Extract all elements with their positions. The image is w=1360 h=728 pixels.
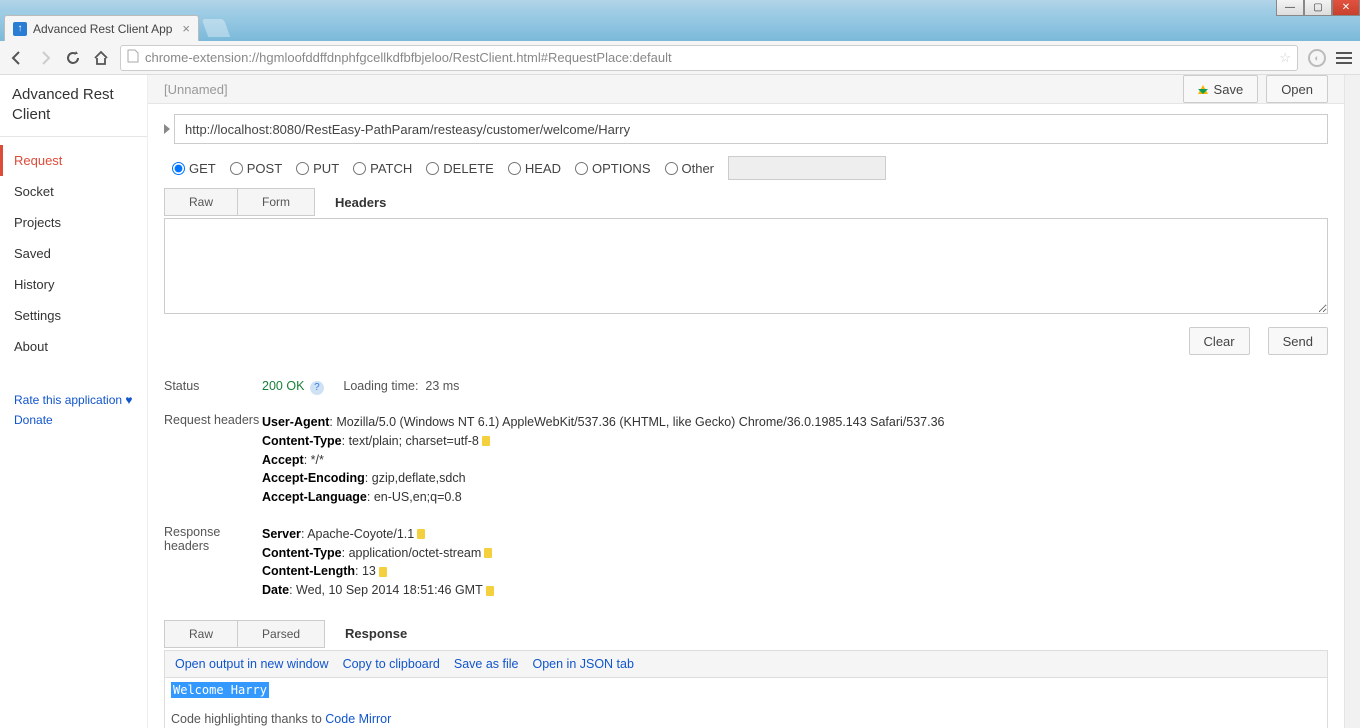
response-headers-block: Server: Apache-Coyote/1.1Content-Type: a… (262, 525, 1328, 600)
status-help-icon[interactable]: ? (310, 381, 324, 395)
hamburger-menu-icon[interactable] (1336, 52, 1352, 64)
credit-line: Code highlighting thanks to Code Mirror (171, 712, 1321, 726)
close-tab-icon[interactable]: × (182, 21, 190, 36)
open-button[interactable]: Open (1266, 75, 1328, 103)
request-headers-label: Request headers (164, 413, 262, 507)
code-mirror-link[interactable]: Code Mirror (325, 712, 391, 726)
tab-favicon-icon: ↑ (13, 22, 27, 36)
reload-icon[interactable] (64, 50, 82, 66)
back-icon[interactable] (8, 50, 26, 66)
headers-form-tab[interactable]: Form (238, 189, 314, 215)
response-body-text[interactable]: Welcome Harry (171, 682, 269, 698)
browser-tab-bar: ↑ Advanced Rest Client App × (0, 12, 1360, 41)
google-drive-icon (1198, 85, 1208, 94)
request-headers-block: User-Agent: Mozilla/5.0 (Windows NT 6.1)… (262, 413, 1328, 507)
sidebar-item-settings[interactable]: Settings (0, 300, 147, 331)
headers-raw-tab[interactable]: Raw (165, 189, 238, 215)
headers-textarea[interactable] (164, 218, 1328, 314)
bookmark-star-icon[interactable]: ☆ (1279, 50, 1291, 66)
sidebar: Advanced Rest Client Request Socket Proj… (0, 75, 148, 728)
donate-link[interactable]: Donate (14, 410, 133, 430)
method-delete[interactable]: DELETE (426, 161, 494, 176)
tab-title: Advanced Rest Client App (33, 22, 172, 36)
other-method-input[interactable] (728, 156, 886, 180)
copy-clipboard-link[interactable]: Copy to clipboard (343, 657, 440, 671)
extension-icon[interactable]: ◐ (1308, 49, 1326, 67)
response-headers-label: Response headers (164, 525, 262, 600)
save-file-link[interactable]: Save as file (454, 657, 519, 671)
collapse-toggle-icon[interactable] (164, 124, 170, 134)
main-panel: [Unnamed] Save Open GET POST PUT PATCH D… (148, 75, 1344, 728)
open-output-link[interactable]: Open output in new window (175, 657, 329, 671)
method-other[interactable]: Other (665, 161, 715, 176)
method-get[interactable]: GET (172, 161, 216, 176)
sidebar-item-about[interactable]: About (0, 331, 147, 362)
sidebar-item-socket[interactable]: Socket (0, 176, 147, 207)
new-tab-button[interactable] (202, 19, 231, 37)
method-put[interactable]: PUT (296, 161, 339, 176)
request-name: [Unnamed] (164, 82, 1175, 97)
http-method-row: GET POST PUT PATCH DELETE HEAD OPTIONS O… (164, 156, 1328, 180)
status-label: Status (164, 379, 262, 395)
response-action-links: Open output in new window Copy to clipbo… (164, 650, 1328, 678)
method-options[interactable]: OPTIONS (575, 161, 651, 176)
page-icon (127, 49, 139, 66)
app-title: Advanced Rest Client (0, 85, 147, 137)
sidebar-item-projects[interactable]: Projects (0, 207, 147, 238)
maximize-button[interactable]: ▢ (1304, 0, 1332, 16)
method-head[interactable]: HEAD (508, 161, 561, 176)
request-url-input[interactable] (174, 114, 1328, 144)
sidebar-item-history[interactable]: History (0, 269, 147, 300)
sidebar-item-saved[interactable]: Saved (0, 238, 147, 269)
send-button[interactable]: Send (1268, 327, 1328, 355)
forward-icon[interactable] (36, 50, 54, 66)
sidebar-item-request[interactable]: Request (0, 145, 147, 176)
clear-button[interactable]: Clear (1189, 327, 1250, 355)
rate-app-link[interactable]: Rate this application ♥ (14, 390, 133, 410)
response-label: Response (345, 626, 407, 641)
response-body-box: Welcome Harry Code highlighting thanks t… (164, 678, 1328, 728)
open-json-link[interactable]: Open in JSON tab (532, 657, 633, 671)
browser-tab[interactable]: ↑ Advanced Rest Client App × (4, 15, 199, 41)
status-row: 200 OK ? Loading time: 23 ms (262, 379, 1328, 395)
method-patch[interactable]: PATCH (353, 161, 412, 176)
address-bar[interactable]: chrome-extension://hgmloofddffdnphfgcell… (120, 45, 1298, 71)
home-icon[interactable] (92, 50, 110, 66)
window-titlebar: — ▢ ✕ (0, 0, 1360, 12)
response-raw-tab[interactable]: Raw (165, 621, 238, 647)
close-window-button[interactable]: ✕ (1332, 0, 1360, 16)
headers-label: Headers (335, 195, 386, 210)
scrollbar[interactable] (1344, 75, 1360, 728)
url-text: chrome-extension://hgmloofddffdnphfgcell… (145, 50, 1273, 65)
minimize-button[interactable]: — (1276, 0, 1304, 16)
save-button[interactable]: Save (1183, 75, 1259, 103)
method-post[interactable]: POST (230, 161, 282, 176)
response-parsed-tab[interactable]: Parsed (238, 621, 324, 647)
browser-nav-bar: chrome-extension://hgmloofddffdnphfgcell… (0, 41, 1360, 75)
top-toolbar: [Unnamed] Save Open (148, 75, 1344, 104)
